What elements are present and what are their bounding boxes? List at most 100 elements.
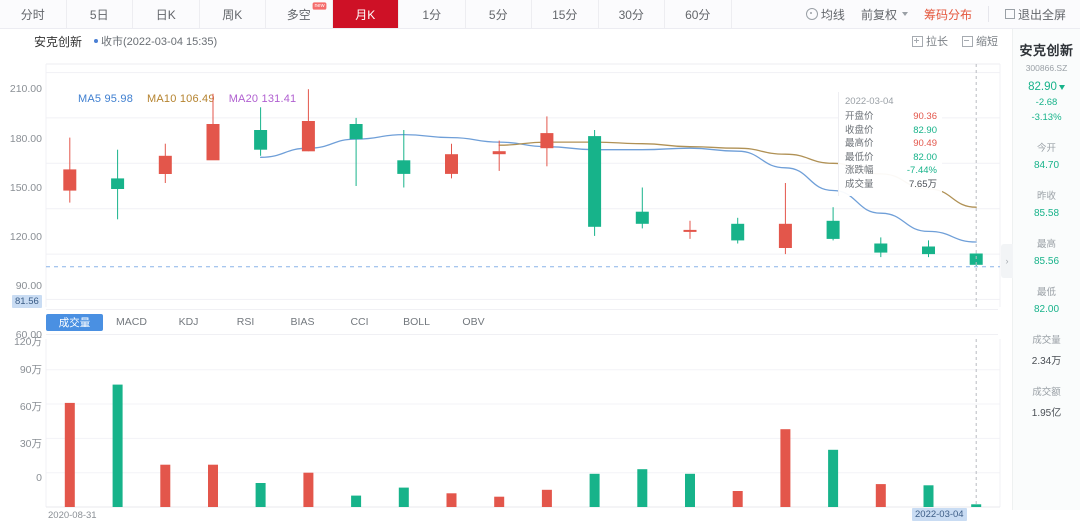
- stat-high: 最高 85.56: [1013, 236, 1080, 267]
- stat-label: 最低: [1036, 287, 1056, 298]
- tab-label: 30分: [618, 7, 644, 22]
- stat-open: 今开 84.70: [1013, 140, 1080, 171]
- tab-monthly-k[interactable]: 月K: [332, 0, 399, 28]
- tab-60min[interactable]: 60分: [665, 0, 732, 28]
- ma-line-toggle[interactable]: 均线: [805, 6, 845, 23]
- tab-daily-k[interactable]: 日K: [133, 0, 200, 28]
- tab-label: 1分: [422, 7, 442, 22]
- stock-chart-app: 分时 5日 日K 周K 多空 new 月K 1分 5分 15分 30分 60分 …: [0, 0, 1080, 521]
- toolbar-divider: [987, 6, 989, 22]
- exit-fullscreen-label: 退出全屏: [1017, 7, 1066, 22]
- chart-area: 安克创新 收市(2022-03-04 15:35) 拉长 缩短 MA5 95.9…: [0, 29, 1012, 521]
- ind-tab-label: BOLL: [403, 316, 430, 328]
- side-current-price: 82.90: [1013, 81, 1080, 93]
- tab-label: 分时: [20, 7, 45, 22]
- ind-tab-label: CCI: [350, 316, 369, 328]
- tooltip-label: 最高价: [845, 138, 874, 149]
- tooltip-value: 82.90: [913, 124, 937, 136]
- tab-1min[interactable]: 1分: [399, 0, 466, 28]
- stat-label: 成交额: [1032, 387, 1061, 398]
- tab-label: 15分: [552, 7, 578, 22]
- tab-bias[interactable]: BIAS: [274, 314, 331, 331]
- tab-label: 月K: [355, 7, 376, 22]
- price-value: 82.90: [1028, 81, 1057, 93]
- tab-obv[interactable]: OBV: [445, 314, 502, 331]
- tab-label: 周K: [222, 7, 243, 22]
- ma-line-label: 均线: [820, 7, 845, 22]
- tooltip-row-open: 开盘价 90.36: [845, 110, 937, 124]
- tooltip-row-high: 最高价 90.49: [845, 137, 937, 151]
- ind-tab-label: RSI: [236, 316, 255, 328]
- tab-5min[interactable]: 5分: [466, 0, 532, 28]
- stat-turnover: 成交额 1.95亿: [1013, 384, 1080, 419]
- stat-label: 成交量: [1032, 335, 1061, 346]
- tab-label: 5分: [488, 7, 508, 22]
- stat-value: 84.70: [1033, 160, 1060, 171]
- ohlc-tooltip: 2022-03-04 开盘价 90.36 收盘价 82.90 最高价 90.49…: [838, 92, 942, 196]
- tooltip-row-change: 涨跌幅 -7.44%: [845, 164, 937, 178]
- panel-collapse-handle[interactable]: ›: [1001, 244, 1013, 278]
- stat-volume: 成交量 2.34万: [1013, 332, 1080, 367]
- tab-duokong[interactable]: 多空 new: [266, 0, 333, 28]
- tab-label: 日K: [155, 7, 176, 22]
- tab-rsi[interactable]: RSI: [217, 314, 274, 331]
- stock-info-panel: › 安克创新 300866.SZ 82.90 -2.68 -3.13% 今开 8…: [1001, 29, 1080, 510]
- toolbar-right-group: 均线 前复权 筹码分布 退出全屏: [798, 0, 1080, 28]
- tooltip-value: 82.00: [913, 151, 937, 163]
- exit-fullscreen-button[interactable]: 退出全屏: [1004, 6, 1066, 23]
- tab-30min[interactable]: 30分: [599, 0, 665, 28]
- adjust-label: 前复权: [860, 7, 897, 22]
- tab-macd[interactable]: MACD: [103, 314, 160, 331]
- tooltip-label: 收盘价: [845, 124, 874, 136]
- tab-5day[interactable]: 5日: [67, 0, 133, 28]
- ind-tab-label: MACD: [116, 316, 147, 328]
- ind-tab-label: 成交量: [58, 316, 91, 329]
- fullscreen-exit-icon: [1004, 9, 1015, 19]
- tab-volume[interactable]: 成交量: [46, 313, 103, 331]
- stat-label: 最高: [1036, 239, 1056, 250]
- tab-15min[interactable]: 15分: [532, 0, 599, 28]
- stat-value: 85.58: [1033, 208, 1060, 219]
- tab-label: 60分: [685, 7, 711, 22]
- top-toolbar: 分时 5日 日K 周K 多空 new 月K 1分 5分 15分 30分 60分 …: [0, 0, 1080, 29]
- stat-label: 今开: [1036, 143, 1056, 154]
- chips-distribution-button[interactable]: 筹码分布: [924, 6, 972, 23]
- stat-prev-close: 昨收 85.58: [1013, 188, 1080, 219]
- stat-value: 85.56: [1033, 256, 1060, 267]
- stat-value: 82.00: [1033, 304, 1060, 315]
- chevron-down-icon: [901, 12, 908, 16]
- ind-tab-label: OBV: [462, 316, 485, 328]
- tooltip-label: 开盘价: [845, 111, 874, 122]
- tab-label: 多空: [286, 7, 311, 22]
- chips-label: 筹码分布: [923, 7, 972, 22]
- tooltip-label: 成交量: [845, 178, 874, 190]
- tab-kdj[interactable]: KDJ: [160, 314, 217, 331]
- tooltip-row-volume: 成交量 7.65万: [845, 178, 937, 192]
- tooltip-value: 90.36: [913, 111, 937, 122]
- tab-boll[interactable]: BOLL: [388, 314, 445, 331]
- adjust-dropdown[interactable]: 前复权: [861, 6, 908, 23]
- tooltip-value: 7.65万: [909, 178, 937, 190]
- tooltip-date: 2022-03-04: [845, 96, 894, 107]
- tooltip-label: 最低价: [845, 151, 874, 163]
- side-change-abs: -2.68: [1035, 97, 1058, 108]
- tab-weekly-k[interactable]: 周K: [200, 0, 266, 28]
- target-icon: [805, 8, 818, 20]
- stat-value: 1.95亿: [1031, 408, 1062, 419]
- tooltip-value: 90.49: [913, 138, 937, 149]
- tab-cci[interactable]: CCI: [331, 314, 388, 331]
- side-stock-name: 安克创新: [1019, 43, 1074, 58]
- stat-value: 2.34万: [1031, 356, 1062, 367]
- new-badge: new: [313, 2, 327, 10]
- tab-fenshi[interactable]: 分时: [0, 0, 67, 28]
- indicator-tab-bar: 成交量 MACD KDJ RSI BIAS CCI BOLL OBV: [46, 309, 998, 335]
- stat-low: 最低 82.00: [1013, 284, 1080, 315]
- stat-label: 昨收: [1036, 191, 1056, 202]
- tooltip-label: 涨跌幅: [845, 165, 874, 176]
- ind-tab-label: BIAS: [290, 316, 315, 328]
- tooltip-row-close: 收盘价 82.90: [845, 124, 937, 138]
- tooltip-row-low: 最低价 82.00: [845, 151, 937, 165]
- ind-tab-label: KDJ: [178, 316, 199, 328]
- side-stock-code: 300866.SZ: [1025, 63, 1068, 73]
